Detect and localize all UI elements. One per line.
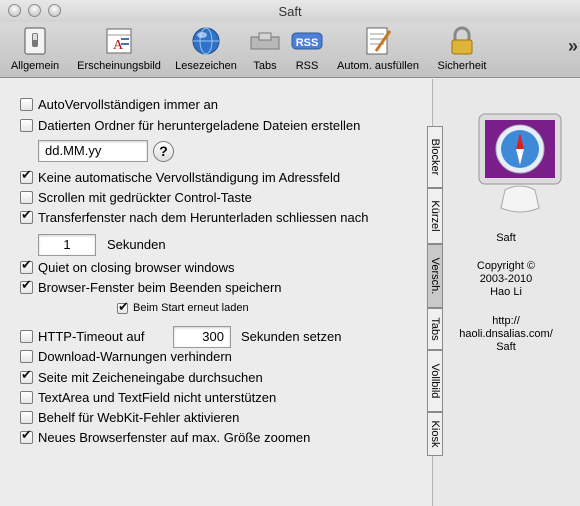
title-bar: Saft <box>0 0 580 22</box>
transfer-seconds-field[interactable]: 1 <box>38 234 96 256</box>
option-label: Behelf für WebKit-Fehler aktivieren <box>38 410 240 425</box>
tab-kiosk[interactable]: Kiosk <box>427 412 443 456</box>
toolbar-label: Sicherheit <box>437 60 487 72</box>
autocomplete-checkbox[interactable] <box>20 98 33 111</box>
option-label: Seite mit Zeicheneingabe durchsuchen <box>38 370 263 385</box>
tab-kuerzel[interactable]: Kürzel <box>427 188 443 244</box>
svg-text:A: A <box>113 38 124 53</box>
tab-label: Blocker <box>429 138 441 176</box>
toolbar-item-autofill[interactable]: Autom. ausfüllen <box>330 25 426 72</box>
save-windows-option[interactable]: Browser-Fenster beim Beenden speichern <box>20 278 282 295</box>
about-years: 2003-2010 <box>479 273 533 285</box>
about-url-2[interactable]: haoli.dnsalias.com/ <box>432 328 580 341</box>
dated-folder-option[interactable]: Datierten Ordner für heruntergeladene Da… <box>20 118 360 133</box>
toolbar-label: Lesezeichen <box>175 60 237 72</box>
about-app-name: Saft <box>496 232 516 244</box>
http-timeout-suffix: Sekunden setzen <box>241 329 342 344</box>
toolbar-item-sicherheit[interactable]: Sicherheit <box>432 25 492 72</box>
search-typing-option[interactable]: Seite mit Zeicheneingabe durchsuchen <box>20 368 263 385</box>
tab-label: Versch. <box>429 257 441 295</box>
tabs-icon <box>250 32 280 50</box>
toolbar-label: RSS <box>295 60 319 72</box>
option-label: Transferfenster nach dem Herunterladen s… <box>38 210 369 225</box>
saft-app-icon <box>478 113 562 213</box>
option-label: AutoVervollständigen immer an <box>38 97 218 112</box>
about-url-3[interactable]: Saft <box>432 341 580 354</box>
quiet-closing-option[interactable]: Quiet on closing browser windows <box>20 258 235 275</box>
close-transfer-checkbox[interactable] <box>20 208 33 224</box>
rss-icon: RSS <box>291 32 323 50</box>
tab-versch[interactable]: Versch. <box>427 244 443 308</box>
option-label: Browser-Fenster beim Beenden speichern <box>38 280 282 295</box>
search-typing-checkbox[interactable] <box>20 368 33 384</box>
toolbar: Allgemein A Erscheinungsbild Lesezeichen <box>0 22 580 78</box>
appearance-icon: A <box>106 28 132 54</box>
tab-label: Vollbild <box>429 363 441 399</box>
save-windows-checkbox[interactable] <box>20 278 33 294</box>
no-autocomplete-checkbox[interactable] <box>20 168 33 184</box>
reload-start-option[interactable]: Beim Start erneut laden <box>117 300 249 315</box>
textarea-option[interactable]: TextArea und TextField nicht unterstütze… <box>20 390 276 405</box>
rss-badge-text: RSS <box>296 37 319 49</box>
tab-tabs[interactable]: Tabs <box>427 308 443 350</box>
option-label: Scrollen mit gedrückter Control-Taste <box>38 190 252 205</box>
http-timeout-checkbox[interactable] <box>20 330 33 343</box>
autofill-icon <box>366 27 392 55</box>
toolbar-label: Tabs <box>253 60 277 72</box>
dated-folder-checkbox[interactable] <box>20 119 33 132</box>
download-warn-option[interactable]: Download-Warnungen verhindern <box>20 349 232 364</box>
toolbar-item-rss[interactable]: RSS RSS <box>289 25 325 72</box>
tab-label: Kürzel <box>429 200 441 232</box>
date-format-field[interactable]: dd.MM.yy <box>38 140 148 162</box>
max-zoom-checkbox[interactable] <box>20 428 33 444</box>
preferences-window: Saft Allgemein A Erscheinungsbild Leseze… <box>0 0 580 506</box>
toolbar-label: Autom. ausfüllen <box>337 60 419 72</box>
toolbar-item-tabs[interactable]: Tabs <box>247 25 283 72</box>
tab-vollbild[interactable]: Vollbild <box>427 350 443 412</box>
switch-icon <box>24 27 46 55</box>
http-timeout-option[interactable]: HTTP-Timeout auf <box>20 329 144 344</box>
close-transfer-option[interactable]: Transferfenster nach dem Herunterladen s… <box>20 208 369 225</box>
window-title: Saft <box>278 4 302 19</box>
webkit-fix-option[interactable]: Behelf für WebKit-Fehler aktivieren <box>20 410 239 425</box>
http-timeout-field[interactable]: 300 <box>173 326 231 348</box>
about-url-1[interactable]: http:// <box>432 315 580 328</box>
option-label: Beim Start erneut laden <box>133 302 249 314</box>
option-label: Quiet on closing browser windows <box>38 260 235 275</box>
toolbar-label: Erscheinungsbild <box>77 60 161 72</box>
reload-start-checkbox[interactable] <box>117 300 129 315</box>
quiet-closing-checkbox[interactable] <box>20 258 33 274</box>
about-copyright: Copyright © <box>476 260 536 272</box>
option-label: Datierten Ordner für heruntergeladene Da… <box>38 118 361 133</box>
toolbar-item-allgemein[interactable]: Allgemein <box>6 25 64 72</box>
option-label: Keine automatische Vervollständigung im … <box>38 170 341 185</box>
textarea-checkbox[interactable] <box>20 391 33 404</box>
max-zoom-option[interactable]: Neues Browserfenster auf max. Größe zoom… <box>20 428 311 445</box>
scroll-ctrl-checkbox[interactable] <box>20 191 33 204</box>
seconds-label: Sekunden <box>107 237 166 252</box>
webkit-fix-checkbox[interactable] <box>20 411 33 424</box>
help-button[interactable]: ? <box>153 141 174 162</box>
toolbar-item-erscheinungsbild[interactable]: A Erscheinungsbild <box>72 25 166 72</box>
about-author: Hao Li <box>490 286 522 298</box>
toolbar-overflow-chevron-icon[interactable]: » <box>568 36 578 57</box>
tab-blocker[interactable]: Blocker <box>427 126 443 188</box>
autocomplete-option[interactable]: AutoVervollständigen immer an <box>20 97 218 112</box>
tab-label: Tabs <box>429 317 441 341</box>
scroll-ctrl-option[interactable]: Scrollen mit gedrückter Control-Taste <box>20 190 252 205</box>
option-label: Neues Browserfenster auf max. Größe zoom… <box>38 430 311 445</box>
option-label: Download-Warnungen verhindern <box>38 349 232 364</box>
option-label: HTTP-Timeout auf <box>38 329 145 344</box>
toolbar-label: Allgemein <box>10 60 60 72</box>
toolbar-item-lesezeichen[interactable]: Lesezeichen <box>172 25 240 72</box>
download-warn-checkbox[interactable] <box>20 350 33 363</box>
tab-label: Kiosk <box>429 420 441 448</box>
no-autocomplete-option[interactable]: Keine automatische Vervollständigung im … <box>20 168 341 185</box>
option-label: TextArea und TextField nicht unterstütze… <box>38 390 277 405</box>
lock-icon <box>451 26 473 55</box>
globe-icon <box>192 27 220 55</box>
